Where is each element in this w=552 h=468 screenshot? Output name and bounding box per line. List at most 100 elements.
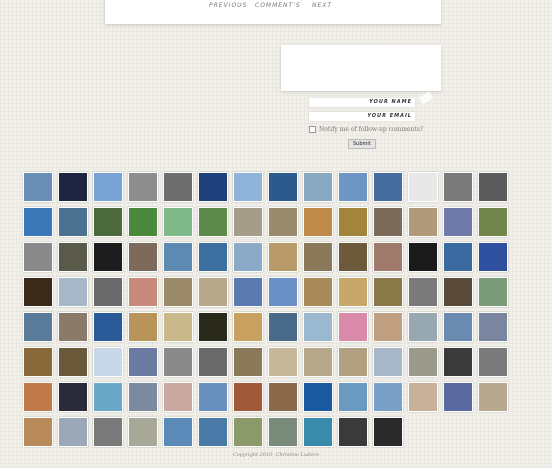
next-link[interactable]: Next xyxy=(312,2,332,9)
photo-thumbnail[interactable] xyxy=(338,172,368,202)
name-field[interactable]: Your name xyxy=(309,98,415,107)
photo-thumbnail[interactable] xyxy=(268,382,298,412)
photo-thumbnail[interactable] xyxy=(58,207,88,237)
photo-thumbnail[interactable] xyxy=(478,207,508,237)
photo-thumbnail[interactable] xyxy=(303,172,333,202)
photo-thumbnail[interactable] xyxy=(23,207,53,237)
photo-thumbnail[interactable] xyxy=(198,312,228,342)
photo-thumbnail[interactable] xyxy=(303,312,333,342)
photo-thumbnail[interactable] xyxy=(23,382,53,412)
photo-thumbnail[interactable] xyxy=(198,417,228,447)
photo-thumbnail[interactable] xyxy=(93,312,123,342)
photo-thumbnail[interactable] xyxy=(303,417,333,447)
photo-thumbnail[interactable] xyxy=(233,417,263,447)
photo-thumbnail[interactable] xyxy=(233,277,263,307)
photo-thumbnail[interactable] xyxy=(303,242,333,272)
photo-thumbnail[interactable] xyxy=(373,382,403,412)
photo-thumbnail[interactable] xyxy=(23,277,53,307)
photo-thumbnail[interactable] xyxy=(23,347,53,377)
photo-thumbnail[interactable] xyxy=(408,172,438,202)
photo-thumbnail[interactable] xyxy=(338,242,368,272)
photo-thumbnail[interactable] xyxy=(128,312,158,342)
photo-thumbnail[interactable] xyxy=(128,347,158,377)
photo-thumbnail[interactable] xyxy=(303,347,333,377)
photo-thumbnail[interactable] xyxy=(198,277,228,307)
photo-thumbnail[interactable] xyxy=(443,277,473,307)
comment-textarea[interactable] xyxy=(281,45,441,91)
photo-thumbnail[interactable] xyxy=(198,382,228,412)
photo-thumbnail[interactable] xyxy=(93,277,123,307)
photo-thumbnail[interactable] xyxy=(373,242,403,272)
photo-thumbnail[interactable] xyxy=(268,312,298,342)
photo-thumbnail[interactable] xyxy=(163,207,193,237)
photo-thumbnail[interactable] xyxy=(23,242,53,272)
photo-thumbnail[interactable] xyxy=(443,242,473,272)
photo-thumbnail[interactable] xyxy=(58,242,88,272)
photo-thumbnail[interactable] xyxy=(408,277,438,307)
photo-thumbnail[interactable] xyxy=(268,207,298,237)
photo-thumbnail[interactable] xyxy=(58,382,88,412)
photo-thumbnail[interactable] xyxy=(58,172,88,202)
photo-thumbnail[interactable] xyxy=(23,417,53,447)
photo-thumbnail[interactable] xyxy=(163,382,193,412)
photo-thumbnail[interactable] xyxy=(58,347,88,377)
photo-thumbnail[interactable] xyxy=(373,172,403,202)
photo-thumbnail[interactable] xyxy=(373,347,403,377)
photo-thumbnail[interactable] xyxy=(233,172,263,202)
email-field[interactable]: Your email xyxy=(309,112,415,121)
photo-thumbnail[interactable] xyxy=(443,312,473,342)
photo-thumbnail[interactable] xyxy=(93,347,123,377)
photo-thumbnail[interactable] xyxy=(478,382,508,412)
photo-thumbnail[interactable] xyxy=(93,242,123,272)
photo-thumbnail[interactable] xyxy=(373,417,403,447)
photo-thumbnail[interactable] xyxy=(478,242,508,272)
photo-thumbnail[interactable] xyxy=(128,417,158,447)
photo-thumbnail[interactable] xyxy=(58,277,88,307)
photo-thumbnail[interactable] xyxy=(163,417,193,447)
photo-thumbnail[interactable] xyxy=(233,347,263,377)
photo-thumbnail[interactable] xyxy=(478,347,508,377)
photo-thumbnail[interactable] xyxy=(338,277,368,307)
photo-thumbnail[interactable] xyxy=(478,277,508,307)
photo-thumbnail[interactable] xyxy=(198,347,228,377)
photo-thumbnail[interactable] xyxy=(338,382,368,412)
photo-thumbnail[interactable] xyxy=(93,382,123,412)
photo-thumbnail[interactable] xyxy=(268,277,298,307)
photo-thumbnail[interactable] xyxy=(443,382,473,412)
previous-link[interactable]: Previous xyxy=(209,2,247,9)
photo-thumbnail[interactable] xyxy=(93,207,123,237)
photo-thumbnail[interactable] xyxy=(408,347,438,377)
photo-thumbnail[interactable] xyxy=(268,417,298,447)
photo-thumbnail[interactable] xyxy=(233,382,263,412)
photo-thumbnail[interactable] xyxy=(23,172,53,202)
photo-thumbnail[interactable] xyxy=(303,277,333,307)
photo-thumbnail[interactable] xyxy=(268,242,298,272)
photo-thumbnail[interactable] xyxy=(268,172,298,202)
photo-thumbnail[interactable] xyxy=(443,207,473,237)
photo-thumbnail[interactable] xyxy=(128,172,158,202)
photo-thumbnail[interactable] xyxy=(443,172,473,202)
photo-thumbnail[interactable] xyxy=(198,172,228,202)
photo-thumbnail[interactable] xyxy=(338,417,368,447)
photo-thumbnail[interactable] xyxy=(478,312,508,342)
photo-thumbnail[interactable] xyxy=(373,207,403,237)
photo-thumbnail[interactable] xyxy=(408,242,438,272)
photo-thumbnail[interactable] xyxy=(128,242,158,272)
photo-thumbnail[interactable] xyxy=(58,417,88,447)
photo-thumbnail[interactable] xyxy=(163,277,193,307)
photo-thumbnail[interactable] xyxy=(408,312,438,342)
photo-thumbnail[interactable] xyxy=(373,277,403,307)
notify-checkbox[interactable] xyxy=(309,126,316,133)
photo-thumbnail[interactable] xyxy=(163,347,193,377)
photo-thumbnail[interactable] xyxy=(58,312,88,342)
photo-thumbnail[interactable] xyxy=(163,242,193,272)
photo-thumbnail[interactable] xyxy=(373,312,403,342)
photo-thumbnail[interactable] xyxy=(128,277,158,307)
photo-thumbnail[interactable] xyxy=(128,382,158,412)
photo-thumbnail[interactable] xyxy=(163,312,193,342)
photo-thumbnail[interactable] xyxy=(128,207,158,237)
photo-thumbnail[interactable] xyxy=(408,207,438,237)
photo-thumbnail[interactable] xyxy=(198,207,228,237)
photo-thumbnail[interactable] xyxy=(198,242,228,272)
photo-thumbnail[interactable] xyxy=(408,382,438,412)
